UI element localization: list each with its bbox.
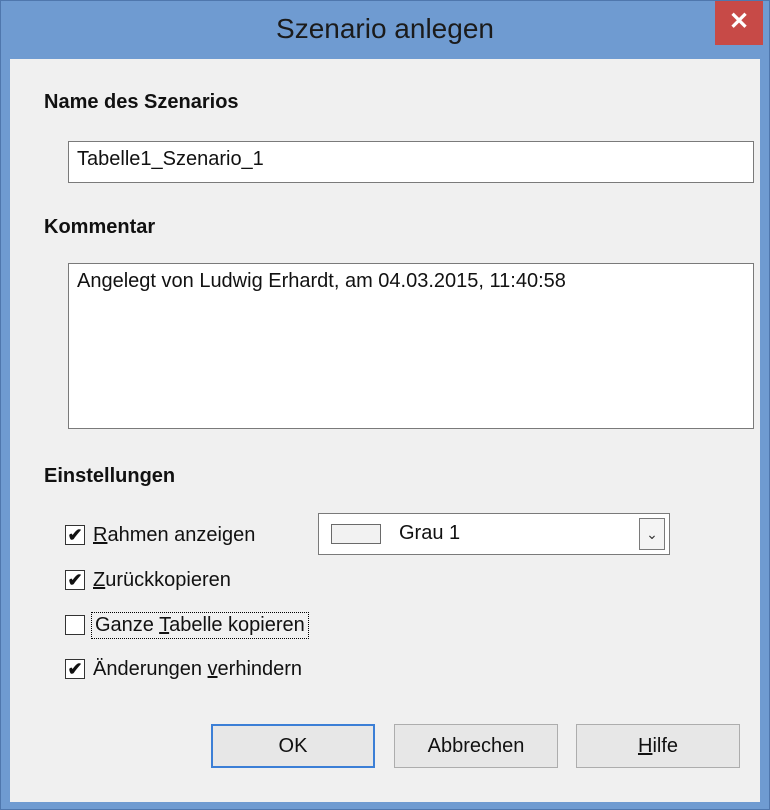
comment-value: Angelegt von Ludwig Erhardt, am 04.03.20… — [77, 270, 566, 292]
scenario-name-input[interactable]: Tabelle1_Szenario_1 — [68, 141, 754, 183]
border-color-value: Grau 1 — [399, 522, 461, 544]
prevent-changes-label: Änderungen verhindern — [93, 657, 303, 680]
dialog-body: Name des Szenarios Tabelle1_Szenario_1 K… — [10, 59, 760, 802]
comment-heading: Kommentar — [44, 216, 156, 238]
cancel-button[interactable]: Abbrechen — [394, 724, 558, 768]
copy-back-label: Zurückkopieren — [93, 568, 231, 591]
dialog-title: Szenario anlegen — [276, 13, 494, 44]
close-icon: ✕ — [728, 8, 750, 35]
copy-sheet-option[interactable]: Ganze Tabelle kopieren — [65, 611, 309, 639]
title-bar: Szenario anlegen ✕ — [1, 1, 769, 59]
color-swatch — [331, 524, 381, 544]
close-button[interactable]: ✕ — [715, 1, 763, 45]
dialog-window: Szenario anlegen ✕ Name des Szenarios Ta… — [0, 0, 770, 810]
help-button[interactable]: Hilfe — [576, 724, 740, 768]
scenario-name-value: Tabelle1_Szenario_1 — [77, 148, 264, 170]
copy-back-option[interactable]: ✔ Zurückkopieren — [65, 566, 231, 594]
show-border-checkbox[interactable]: ✔ — [65, 525, 85, 545]
check-icon: ✔ — [67, 570, 83, 590]
check-icon: ✔ — [67, 525, 83, 545]
border-color-select[interactable]: Grau 1 ⌄ — [318, 513, 670, 555]
copy-sheet-checkbox[interactable] — [65, 615, 85, 635]
chevron-down-icon[interactable]: ⌄ — [639, 518, 665, 550]
comment-textarea[interactable]: Angelegt von Ludwig Erhardt, am 04.03.20… — [68, 263, 754, 429]
name-heading: Name des Szenarios — [44, 91, 239, 113]
ok-button[interactable]: OK — [211, 724, 375, 768]
copy-back-checkbox[interactable]: ✔ — [65, 570, 85, 590]
prevent-changes-checkbox[interactable]: ✔ — [65, 659, 85, 679]
prevent-changes-option[interactable]: ✔ Änderungen verhindern — [65, 655, 302, 683]
check-icon: ✔ — [67, 659, 83, 679]
show-border-label: Rahmen anzeigen — [93, 523, 256, 546]
show-border-option[interactable]: ✔ Rahmen anzeigen — [65, 521, 255, 549]
copy-sheet-label: Ganze Tabelle kopieren — [91, 611, 309, 639]
settings-heading: Einstellungen — [44, 465, 176, 487]
